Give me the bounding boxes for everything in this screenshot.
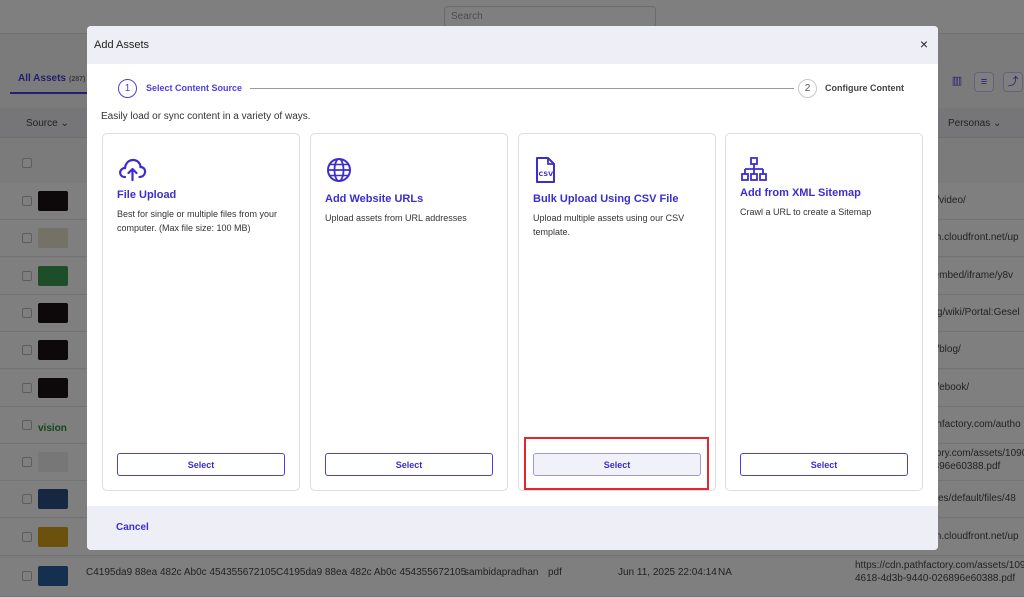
card-title: Add from XML Sitemap bbox=[740, 187, 861, 199]
card-description: Crawl a URL to create a Sitemap bbox=[740, 207, 872, 217]
card-description: Upload assets from URL addresses bbox=[325, 213, 467, 223]
card-description: Best for single or multiple files from y… bbox=[117, 209, 278, 233]
card-description: Upload multiple assets using our CSV tem… bbox=[533, 213, 685, 237]
step-1-label: Select Content Source bbox=[146, 83, 243, 93]
modal-footer: Cancel bbox=[87, 506, 938, 550]
step-2-label: Configure Content bbox=[825, 83, 904, 93]
step-connector bbox=[250, 88, 794, 89]
cancel-button[interactable]: Cancel bbox=[116, 522, 149, 533]
step-1-number: 1 bbox=[118, 79, 137, 98]
select-website-urls-button[interactable]: Select bbox=[325, 453, 493, 476]
highlight-box bbox=[524, 437, 709, 490]
modal-title: Add Assets bbox=[94, 39, 150, 51]
cloud-upload-icon bbox=[117, 156, 147, 184]
stepper: 1 Select Content Source 2 Configure Cont… bbox=[118, 78, 908, 100]
modal-subtitle: Easily load or sync content in a variety… bbox=[101, 111, 311, 122]
step-2-number: 2 bbox=[798, 79, 817, 98]
csv-file-icon: CSV bbox=[533, 156, 563, 184]
card-file-upload[interactable]: File Upload Best for single or multiple … bbox=[102, 133, 300, 491]
modal-header: Add Assets × bbox=[87, 26, 938, 64]
add-assets-modal: Add Assets × 1 Select Content Source 2 C… bbox=[87, 26, 938, 550]
sitemap-icon bbox=[740, 156, 770, 184]
close-icon[interactable]: × bbox=[920, 36, 928, 52]
select-file-upload-button[interactable]: Select bbox=[117, 453, 285, 476]
card-title: Bulk Upload Using CSV File bbox=[533, 193, 679, 205]
card-xml-sitemap[interactable]: Add from XML Sitemap Crawl a URL to crea… bbox=[725, 133, 923, 491]
card-title: Add Website URLs bbox=[325, 193, 424, 205]
card-title: File Upload bbox=[117, 189, 177, 201]
csv-icon-text: CSV bbox=[539, 170, 554, 178]
globe-icon bbox=[325, 156, 355, 184]
card-website-urls[interactable]: Add Website URLs Upload assets from URL … bbox=[310, 133, 508, 491]
select-xml-sitemap-button[interactable]: Select bbox=[740, 453, 908, 476]
